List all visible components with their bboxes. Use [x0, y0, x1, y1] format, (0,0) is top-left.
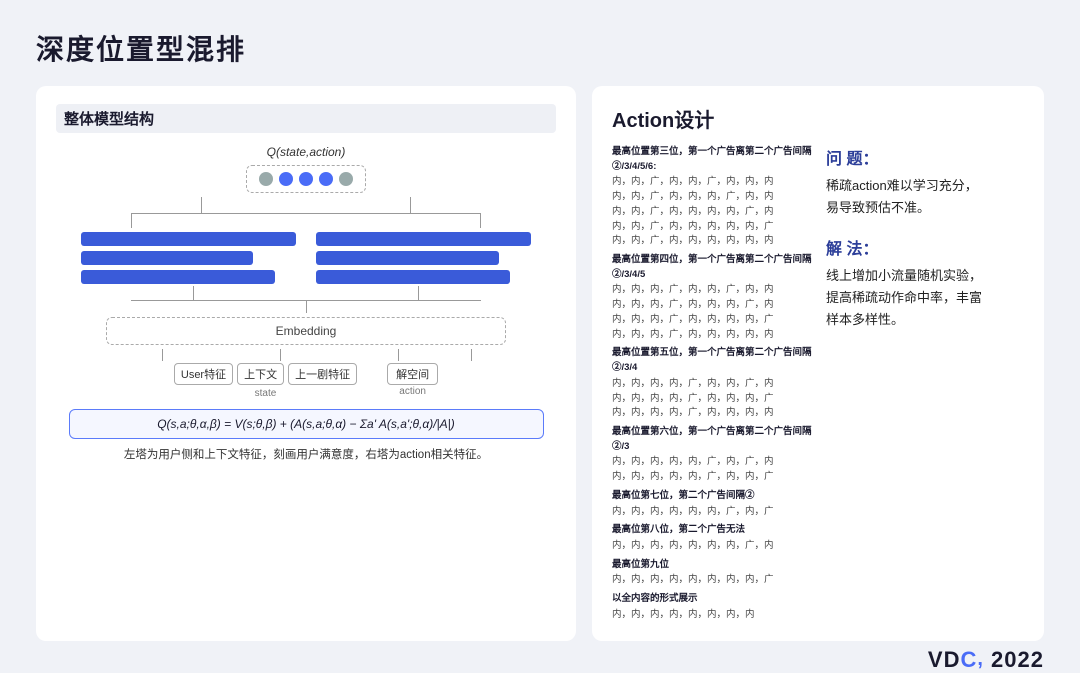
section1-row3: 内，内，广，内，内，内，内，广，内 — [612, 205, 812, 220]
section2-row2: 内，内，内，广，内，内，内，广，内 — [612, 298, 812, 313]
bars-section — [81, 232, 531, 284]
section1-label: 最高位置第三位，第一个广告离第二个广告间隔②/3/4/5/6: — [612, 145, 812, 174]
action-label: action — [399, 386, 426, 397]
bar-l2 — [81, 251, 253, 265]
q-function-label: Q(state,action) — [267, 145, 346, 159]
section1-row2: 内，内，广，内，内，内，广，内，内 — [612, 190, 812, 205]
page-container: 深度位置型混排 整体模型结构 Q(state,action) — [0, 0, 1080, 608]
right-panel-title: Action设计 — [612, 104, 1024, 133]
section4-label: 最高位置第六位，第一个广告离第二个广告间隔②/3 — [612, 425, 812, 454]
section5-row1: 内，内，内，内，内，内，广，内，广 — [612, 505, 812, 520]
problem-title: 问 题： — [826, 145, 1024, 169]
section1-row1: 内，内，广，内，内，广，内，内，内 — [612, 175, 812, 190]
diagram-area: Q(state,action) — [56, 145, 556, 623]
section6-label: 最高位第八位，第二个广告无法 — [612, 523, 812, 538]
section5-label: 最高位第七位，第二个广告间隔② — [612, 489, 812, 504]
left-panel-title: 整体模型结构 — [56, 104, 556, 133]
section6-row1: 内，内，内，内，内，内，内，广，内 — [612, 539, 812, 554]
solution-block: 解 法： 线上增加小流量随机实验，提高稀疏动作命中率，丰富样本多样性。 — [826, 235, 1024, 331]
action-list: 最高位置第三位，第一个广告离第二个广告间隔②/3/4/5/6: 内，内，广，内，… — [612, 141, 812, 623]
section1-row5: 内，内，广，内，内，内，内，内，内 — [612, 234, 812, 249]
section2-row4: 内，内，内，广，内，内，内，内，内 — [612, 328, 812, 343]
section3-row3: 内，内，内，内，广，内，内，内，内 — [612, 406, 812, 421]
section3-row2: 内，内，内，内，广，内，内，内，广 — [612, 392, 812, 407]
context-feature-box: 上下文 — [237, 363, 284, 385]
bar-r2 — [316, 251, 499, 265]
right-notes: 问 题： 稀疏action难以学习充分，易导致预估不准。 解 法： 线上增加小流… — [826, 141, 1024, 623]
logo-c: C — [960, 647, 977, 673]
section7-label: 最高位第九位 — [612, 558, 812, 573]
user-feature-box: User特征 — [174, 363, 233, 385]
page-title: 深度位置型混排 — [36, 28, 1044, 68]
dot-2 — [279, 172, 293, 186]
dots-row — [246, 165, 366, 193]
bar-l3 — [81, 270, 275, 284]
dot-1 — [259, 172, 273, 186]
footer: VDC, 2022 — [36, 641, 1044, 673]
section3-label: 最高位置第五位，第一个广告离第二个广告间隔②/3/4 — [612, 346, 812, 375]
bar-l1 — [81, 232, 296, 246]
problem-body: 稀疏action难以学习充分，易导致预估不准。 — [826, 175, 1024, 219]
section4-row1: 内，内，内，内，内，广，内，广，内 — [612, 455, 812, 470]
section2-row1: 内，内，内，广，内，内，广，内，内 — [612, 283, 812, 298]
content-row: 整体模型结构 Q(state,action) — [36, 86, 1044, 641]
logo-year: 2022 — [984, 647, 1044, 673]
section3-row1: 内，内，内，内，广，内，内，广，内 — [612, 377, 812, 392]
right-content: 最高位置第三位，第一个广告离第二个广告间隔②/3/4/5/6: 内，内，广，内，… — [612, 141, 1024, 623]
right-bars — [316, 232, 531, 284]
prev-feature-box: 上一剧特征 — [288, 363, 357, 385]
right-panel: Action设计 最高位置第三位，第一个广告离第二个广告间隔②/3/4/5/6:… — [592, 86, 1044, 641]
section1-row4: 内，内，广，内，内，内，内，内，广 — [612, 220, 812, 235]
dot-4 — [319, 172, 333, 186]
left-panel: 整体模型结构 Q(state,action) — [36, 86, 576, 641]
solution-title: 解 法： — [826, 235, 1024, 259]
logo-vd: VD — [928, 647, 961, 673]
dot-3 — [299, 172, 313, 186]
solution-body: 线上增加小流量随机实验，提高稀疏动作命中率，丰富样本多样性。 — [826, 265, 1024, 331]
section2-label: 最高位置第四位，第一个广告离第二个广告间隔②/3/4/5 — [612, 253, 812, 282]
action-box: 解空间 — [387, 363, 438, 385]
feature-group: User特征 上下文 上一剧特征 state — [174, 363, 357, 399]
logo: VDC, 2022 — [928, 647, 1044, 673]
dot-5 — [339, 172, 353, 186]
formula-box: Q(s,a;θ,α,β) = V(s;θ,β) + (A(s,a;θ,α) − … — [69, 409, 544, 439]
problem-block: 问 题： 稀疏action难以学习充分，易导致预估不准。 — [826, 145, 1024, 219]
bar-r3 — [316, 270, 510, 284]
section8-row1: 内，内，内，内，内，内，内，内 — [612, 608, 812, 623]
feature-action-row: User特征 上下文 上一剧特征 state 解空间 action — [94, 363, 519, 399]
action-box-wrap: 解空间 action — [387, 363, 438, 397]
section2-row3: 内，内，内，广，内，内，内，内，广 — [612, 313, 812, 328]
embedding-box: Embedding — [106, 317, 506, 345]
section4-row2: 内，内，内，内，内，广，内，内，广 — [612, 470, 812, 485]
section8-label: 以全内容的形式展示 — [612, 592, 812, 607]
bottom-description: 左塔为用户侧和上下文特征，刻画用户满意度，右塔为action相关特征。 — [124, 446, 488, 462]
section7-row1: 内，内，内，内，内，内，内，内，广 — [612, 573, 812, 588]
bar-r1 — [316, 232, 531, 246]
left-bars — [81, 232, 296, 284]
state-label: state — [255, 388, 277, 399]
